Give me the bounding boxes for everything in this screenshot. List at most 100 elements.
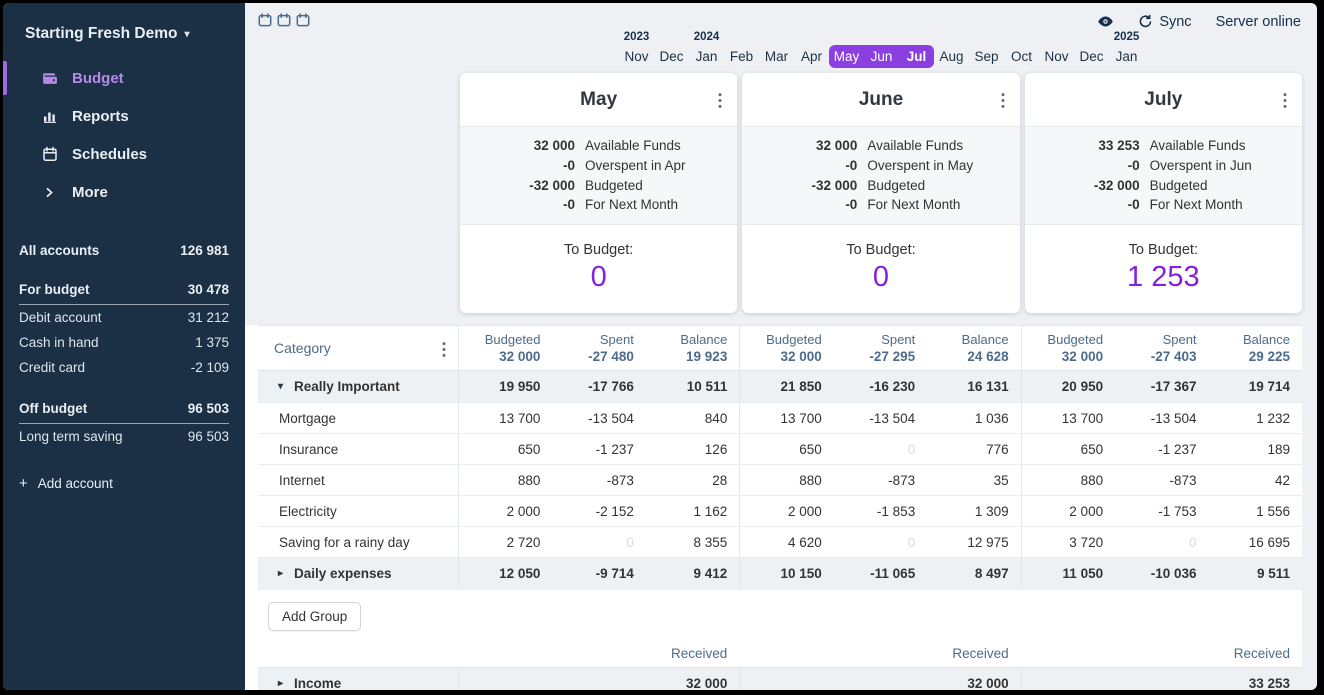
month-sep[interactable]: Sep	[969, 45, 1004, 68]
budgeted-cell[interactable]: 11 050	[1022, 566, 1115, 581]
balance-cell[interactable]: 12 975	[927, 535, 1020, 550]
month-menu-kebab-icon[interactable]	[1001, 92, 1005, 109]
budget-file-menu[interactable]: Starting Fresh Demo ▾	[3, 3, 245, 59]
column-header-budgeted[interactable]: Budgeted32 000	[740, 326, 833, 370]
spent-cell[interactable]: -13 504	[552, 411, 645, 426]
month-aug[interactable]: Aug	[934, 45, 969, 68]
month-dec[interactable]: Dec	[1074, 45, 1109, 68]
balance-cell[interactable]: 840	[646, 411, 739, 426]
spent-cell[interactable]: -16 230	[834, 379, 927, 394]
spent-cell[interactable]: -1 753	[1115, 504, 1208, 519]
budgeted-cell[interactable]: 880	[1022, 473, 1115, 488]
to-budget-amount[interactable]: 0	[460, 261, 737, 294]
budgeted-cell[interactable]: 880	[740, 473, 833, 488]
spent-cell[interactable]: -873	[1115, 473, 1208, 488]
account-long-term-saving[interactable]: Long term saving96 503	[3, 424, 245, 449]
budgeted-cell[interactable]: 2 000	[740, 504, 833, 519]
received-cell[interactable]: 32 000	[927, 676, 1020, 691]
sidebar-item-more[interactable]: More	[3, 173, 245, 211]
budgeted-cell[interactable]: 650	[740, 442, 833, 457]
budgeted-cell[interactable]: 21 850	[740, 379, 833, 394]
month-nov[interactable]: Nov	[1039, 45, 1074, 68]
balance-cell[interactable]: 9 511	[1209, 566, 1302, 581]
budgeted-cell[interactable]: 2 000	[1022, 504, 1115, 519]
privacy-eye-icon[interactable]	[1097, 13, 1114, 30]
budgeted-cell[interactable]: 4 620	[740, 535, 833, 550]
add-group-button[interactable]: Add Group	[268, 602, 361, 631]
received-cell[interactable]: 33 253	[1209, 676, 1302, 691]
budgeted-cell[interactable]: 12 050	[459, 566, 552, 581]
spent-cell[interactable]: -10 036	[1115, 566, 1208, 581]
spent-cell[interactable]: -1 237	[552, 442, 645, 457]
sidebar-item-reports[interactable]: Reports	[3, 97, 245, 135]
add-account-button[interactable]: +Add account	[3, 469, 245, 498]
column-header-spent[interactable]: Spent-27 480	[552, 326, 645, 370]
balance-cell[interactable]: 1 036	[927, 411, 1020, 426]
month-oct[interactable]: Oct	[1004, 45, 1039, 68]
all-accounts-row[interactable]: All accounts126 981	[3, 237, 245, 264]
account-group-off-budget[interactable]: Off budget96 503	[19, 395, 229, 424]
group-name[interactable]: ▸Daily expenses	[258, 558, 458, 589]
month-dec[interactable]: Dec	[654, 45, 689, 68]
spent-cell[interactable]: 0	[1115, 535, 1208, 550]
balance-cell[interactable]: 1 309	[927, 504, 1020, 519]
received-cell[interactable]: 32 000	[646, 676, 739, 691]
spent-cell[interactable]: -17 367	[1115, 379, 1208, 394]
column-header-balance[interactable]: Balance19 923	[646, 326, 739, 370]
account-debit-account[interactable]: Debit account31 212	[3, 305, 245, 330]
spent-cell[interactable]: -17 766	[552, 379, 645, 394]
budgeted-cell[interactable]: 2 720	[459, 535, 552, 550]
month-jan-2025[interactable]: 2025Jan	[1109, 45, 1144, 68]
calendar-view-toggle-3[interactable]	[296, 13, 310, 27]
budgeted-cell[interactable]: 650	[459, 442, 552, 457]
account-credit-card[interactable]: Credit card-2 109	[3, 355, 245, 380]
month-jan-2024[interactable]: 2024Jan	[689, 45, 724, 68]
balance-cell[interactable]: 35	[927, 473, 1020, 488]
budgeted-cell[interactable]: 650	[1022, 442, 1115, 457]
budgeted-cell[interactable]: 19 950	[459, 379, 552, 394]
spent-cell[interactable]: 0	[834, 442, 927, 457]
balance-cell[interactable]: 42	[1209, 473, 1302, 488]
column-header-spent[interactable]: Spent-27 295	[834, 326, 927, 370]
budgeted-cell[interactable]: 13 700	[740, 411, 833, 426]
balance-cell[interactable]: 16 695	[1209, 535, 1302, 550]
sidebar-item-budget[interactable]: Budget	[3, 59, 245, 97]
chevron-right-icon[interactable]: ▸	[278, 678, 287, 689]
balance-cell[interactable]: 16 131	[927, 379, 1020, 394]
budgeted-cell[interactable]: 880	[459, 473, 552, 488]
balance-cell[interactable]: 1 232	[1209, 411, 1302, 426]
month-jul[interactable]: Jul	[899, 45, 934, 68]
month-jun[interactable]: Jun	[864, 45, 899, 68]
account-cash-in-hand[interactable]: Cash in hand1 375	[3, 330, 245, 355]
category-name[interactable]: Insurance	[258, 434, 458, 464]
budgeted-cell[interactable]: 20 950	[1022, 379, 1115, 394]
column-header-balance[interactable]: Balance29 225	[1209, 326, 1302, 370]
balance-cell[interactable]: 1 556	[1209, 504, 1302, 519]
sidebar-item-schedules[interactable]: Schedules	[3, 135, 245, 173]
calendar-view-toggle-2[interactable]	[277, 13, 291, 27]
group-name[interactable]: ▸Income	[258, 668, 458, 690]
spent-cell[interactable]: -13 504	[834, 411, 927, 426]
chevron-right-icon[interactable]: ▸	[278, 568, 287, 579]
month-may[interactable]: May	[829, 45, 864, 68]
group-name[interactable]: ▾Really Important	[258, 371, 458, 402]
month-menu-kebab-icon[interactable]	[718, 92, 722, 109]
spent-cell[interactable]: -2 152	[552, 504, 645, 519]
category-menu-kebab-icon[interactable]	[442, 341, 446, 358]
account-group-for-budget[interactable]: For budget30 478	[19, 276, 229, 305]
spent-cell[interactable]: -1 853	[834, 504, 927, 519]
to-budget-amount[interactable]: 1 253	[1025, 261, 1302, 294]
column-header-budgeted[interactable]: Budgeted32 000	[1022, 326, 1115, 370]
balance-cell[interactable]: 10 511	[646, 379, 739, 394]
server-status[interactable]: Server online	[1216, 14, 1301, 30]
spent-cell[interactable]: 0	[834, 535, 927, 550]
balance-cell[interactable]: 8 355	[646, 535, 739, 550]
balance-cell[interactable]: 19 714	[1209, 379, 1302, 394]
balance-cell[interactable]: 28	[646, 473, 739, 488]
budgeted-cell[interactable]: 13 700	[1022, 411, 1115, 426]
column-header-spent[interactable]: Spent-27 403	[1115, 326, 1208, 370]
category-name[interactable]: Saving for a rainy day	[258, 527, 458, 557]
sync-button[interactable]: Sync	[1138, 14, 1191, 30]
spent-cell[interactable]: -873	[552, 473, 645, 488]
category-name[interactable]: Internet	[258, 465, 458, 495]
